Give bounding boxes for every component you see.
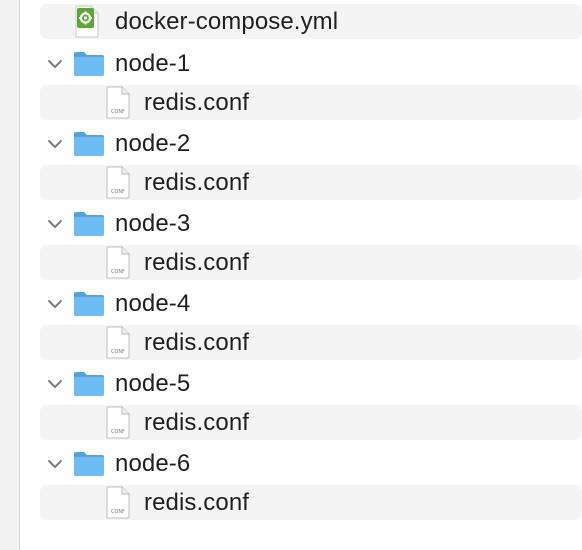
file-name: redis.conf: [144, 328, 250, 356]
file-row-redis-conf[interactable]: CONF redis.conf: [40, 85, 582, 120]
file-name: redis.conf: [144, 88, 250, 116]
folder-name: node-3: [115, 209, 191, 237]
folder-name: node-5: [115, 369, 191, 397]
folder-icon: [73, 450, 105, 477]
conf-file-icon: CONF: [106, 86, 130, 119]
file-row-docker-compose[interactable]: docker-compose.yml: [40, 4, 582, 39]
file-row-redis-conf[interactable]: CONF redis.conf: [40, 485, 582, 520]
chevron-down-icon[interactable]: [46, 216, 64, 232]
folder-icon: [73, 130, 105, 157]
chevron-down-icon[interactable]: [46, 296, 64, 312]
svg-text:CONF: CONF: [111, 349, 125, 355]
folder-row-node-5[interactable]: node-5: [40, 366, 582, 401]
chevron-down-icon[interactable]: [46, 376, 64, 392]
folder-icon: [73, 370, 105, 397]
svg-text:CONF: CONF: [111, 269, 125, 275]
svg-text:CONF: CONF: [111, 429, 125, 435]
sidebar-edge: [0, 0, 20, 550]
folder-name: node-2: [115, 129, 191, 157]
folder-icon: [73, 290, 105, 317]
svg-text:CONF: CONF: [111, 509, 125, 515]
folder-row-node-3[interactable]: node-3: [40, 206, 582, 241]
chevron-down-icon[interactable]: [46, 456, 64, 472]
folder-row-node-1[interactable]: node-1: [40, 46, 582, 81]
folder-row-node-2[interactable]: node-2: [40, 126, 582, 161]
folder-row-node-6[interactable]: node-6: [40, 446, 582, 481]
svg-text:CONF: CONF: [111, 189, 125, 195]
chevron-down-icon[interactable]: [46, 136, 64, 152]
folder-row-node-4[interactable]: node-4: [40, 286, 582, 321]
file-name: redis.conf: [144, 488, 250, 516]
file-name: redis.conf: [144, 408, 250, 436]
folder-name: node-6: [115, 449, 191, 477]
file-row-redis-conf[interactable]: CONF redis.conf: [40, 405, 582, 440]
folder-name: node-4: [115, 289, 191, 317]
conf-file-icon: CONF: [106, 246, 130, 279]
file-name: redis.conf: [144, 168, 250, 196]
conf-file-icon: CONF: [106, 486, 130, 519]
conf-file-icon: CONF: [106, 166, 130, 199]
file-row-redis-conf[interactable]: CONF redis.conf: [40, 325, 582, 360]
file-name: redis.conf: [144, 248, 250, 276]
file-list: docker-compose.yml node-1 CONF redis.con…: [20, 0, 582, 550]
file-row-redis-conf[interactable]: CONF redis.conf: [40, 245, 582, 280]
folder-name: node-1: [115, 49, 191, 77]
file-row-redis-conf[interactable]: CONF redis.conf: [40, 165, 582, 200]
file-name: docker-compose.yml: [115, 7, 339, 35]
conf-file-icon: CONF: [106, 326, 130, 359]
svg-text:CONF: CONF: [111, 109, 125, 115]
chevron-down-icon[interactable]: [46, 56, 64, 72]
folder-icon: [73, 210, 105, 237]
yaml-file-icon: [75, 5, 99, 38]
folder-icon: [73, 50, 105, 77]
finder-window: docker-compose.yml node-1 CONF redis.con…: [0, 0, 582, 550]
conf-file-icon: CONF: [106, 406, 130, 439]
